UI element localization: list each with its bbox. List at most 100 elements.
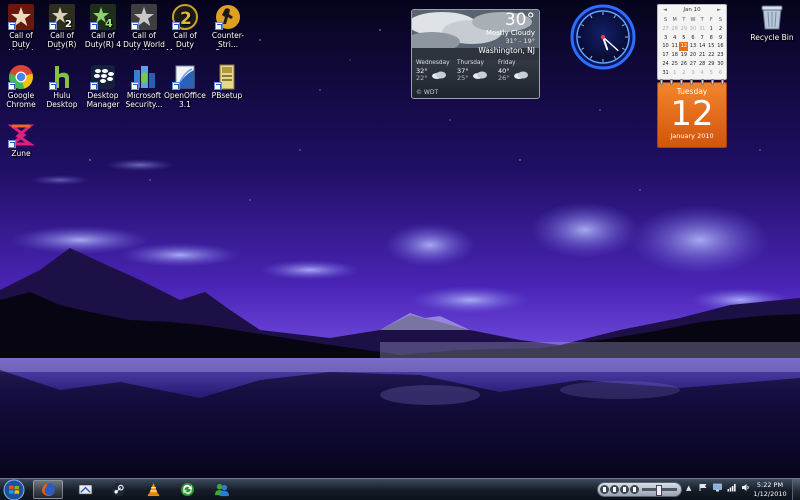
cloud-icon xyxy=(513,71,528,79)
calendar-day-cell[interactable]: 3 xyxy=(661,34,670,43)
microsoft-security-essentials-icon xyxy=(131,64,157,90)
desktop-icon-label: Microsoft Security... xyxy=(125,92,163,109)
desktop-icon-cod-mw2[interactable]: 2 Call of Duty Modern ... xyxy=(164,4,206,50)
taskbar-recycle-arrows-button[interactable] xyxy=(172,480,202,499)
calendar-day-cell[interactable]: 18 xyxy=(670,51,679,60)
taskbar-clock[interactable]: 5:22 PM 1/12/2010 xyxy=(748,481,792,499)
taskbar-msn-messenger-button[interactable] xyxy=(206,480,236,499)
desktop-icon-recycle-bin[interactable]: Recycle Bin xyxy=(750,3,794,42)
calendar-day-cell[interactable]: 1 xyxy=(707,25,716,34)
calendar-day-cell[interactable]: 9 xyxy=(716,34,725,43)
desktop-icon-cod4[interactable]: 4 Call of Duty(R) 4 -... xyxy=(82,4,124,50)
pbsetup-icon xyxy=(214,64,240,90)
media-volume-slider[interactable] xyxy=(642,485,677,496)
forecast-day: Friday 40° 26° xyxy=(496,60,537,82)
taskbar-firefox-button[interactable] xyxy=(33,480,63,499)
taskbar-vlc-button[interactable] xyxy=(138,480,168,499)
forecast-day-name: Friday xyxy=(498,60,516,66)
signal-bars-icon[interactable] xyxy=(727,483,736,492)
calendar-day-cell[interactable]: 7 xyxy=(698,34,707,43)
desktop-icon-label: Recycle Bin xyxy=(750,33,794,42)
calendar-month-year: January 2010 xyxy=(670,132,714,140)
chrome-icon xyxy=(8,64,34,90)
desktop-icon-pbsetup[interactable]: PBsetup xyxy=(206,64,248,101)
desktop-icon-google-chrome[interactable]: Google Chrome xyxy=(0,64,42,109)
calendar-day-cell[interactable]: 11 xyxy=(670,42,679,51)
calendar-day-cell[interactable]: 3 xyxy=(688,69,697,78)
action-center-flag-icon[interactable] xyxy=(699,483,708,492)
calendar-gadget[interactable]: ◄ Jan 10 ► S M T W T F S 27 28 29 30 31 1 2 3 4 5 6 7 8 9 10 1… xyxy=(657,4,727,148)
start-button[interactable] xyxy=(2,479,26,500)
desktop-icon-cod-waw[interactable]: Call of Duty World At W... xyxy=(123,4,165,50)
forecast-day-name: Thursday xyxy=(457,60,484,66)
calendar-day-cell[interactable]: 31 xyxy=(661,69,670,78)
show-hidden-icons-icon[interactable]: ▲ xyxy=(686,484,694,492)
calendar-day-cell[interactable]: 6 xyxy=(716,69,725,78)
calendar-day-cell[interactable]: 30 xyxy=(688,25,697,34)
desktop-icon-hulu-desktop[interactable]: Hulu Desktop xyxy=(41,64,83,109)
calendar-day-cell[interactable]: 10 xyxy=(661,42,670,51)
weather-range: 31° - 19° xyxy=(505,37,535,45)
calendar-day-cell[interactable]: 27 xyxy=(661,25,670,34)
calendar-day-cell[interactable]: 20 xyxy=(688,51,697,60)
calendar-day-cell[interactable]: 28 xyxy=(670,25,679,34)
network-icon[interactable] xyxy=(713,483,722,492)
calendar-day-cell[interactable]: 5 xyxy=(707,69,716,78)
calendar-day-cell[interactable]: 25 xyxy=(670,60,679,69)
weather-gadget[interactable]: 30° Mostly Cloudy 31° - 19° Washington, … xyxy=(411,9,540,99)
calendar-day-cell[interactable]: 4 xyxy=(698,69,707,78)
desktop-icon-label: Call of Duty(R) 4 -... xyxy=(84,32,122,50)
calendar-day-cell[interactable]: 27 xyxy=(688,60,697,69)
media-player-toolbar[interactable] xyxy=(597,482,682,497)
desktop-icon-zune[interactable]: Zune xyxy=(0,122,42,159)
calendar-next-icon[interactable]: ► xyxy=(717,7,721,13)
calendar-day-cell[interactable]: 31 xyxy=(698,25,707,34)
desktop-icon-cod2[interactable]: 2 Call of Duty(R) 2... xyxy=(41,4,83,50)
calendar-day-cell[interactable]: 19 xyxy=(679,51,688,60)
calendar-month-view: ◄ Jan 10 ► S M T W T F S 27 28 29 30 31 1 2 3 4 5 6 7 8 9 10 1… xyxy=(657,4,727,80)
desktop-icon-microsoft-security[interactable]: Microsoft Security... xyxy=(123,64,165,109)
desktop-icon-counter-strike[interactable]: Counter-Stri... Source xyxy=(206,4,250,50)
calendar-day-cell[interactable]: 29 xyxy=(707,60,716,69)
calendar-day-cell[interactable]: 26 xyxy=(679,60,688,69)
calendar-day-cell[interactable]: 17 xyxy=(661,51,670,60)
calendar-day-cell[interactable]: 4 xyxy=(670,34,679,43)
calendar-day-cell[interactable]: 22 xyxy=(707,51,716,60)
calendar-day-cell[interactable]: 12 xyxy=(679,42,689,52)
calendar-day-cell[interactable]: 2 xyxy=(679,69,688,78)
media-stop-icon[interactable] xyxy=(610,485,619,494)
desktop-icon-label: Desktop Manager xyxy=(86,92,120,109)
calendar-day-cell[interactable]: 23 xyxy=(716,51,725,60)
calendar-binding-rings xyxy=(660,79,724,85)
desktop-icon-desktop-manager[interactable]: Desktop Manager xyxy=(82,64,124,109)
calendar-day-cell[interactable]: 29 xyxy=(679,25,688,34)
calendar-day-cell[interactable]: 14 xyxy=(698,42,707,51)
media-pause-icon[interactable] xyxy=(600,485,609,494)
calendar-day-cell[interactable]: 8 xyxy=(707,34,716,43)
calendar-day-view: Tuesday 12 January 2010 xyxy=(657,82,727,148)
calendar-day-cell[interactable]: 24 xyxy=(661,60,670,69)
calendar-month-label: Jan 10 xyxy=(683,7,701,13)
calendar-day-cell[interactable]: 21 xyxy=(698,51,707,60)
media-next-icon[interactable] xyxy=(630,485,639,494)
calendar-day-cell[interactable]: 15 xyxy=(707,42,716,51)
calendar-day-cell[interactable]: 13 xyxy=(688,42,697,51)
calendar-day-cell[interactable]: 2 xyxy=(716,25,725,34)
taskbar-steam-button[interactable] xyxy=(103,480,133,499)
calendar-weekday-header: F xyxy=(709,17,713,23)
calendar-prev-icon[interactable]: ◄ xyxy=(663,7,667,13)
calendar-day-cell[interactable]: 16 xyxy=(716,42,725,51)
calendar-day-cell[interactable]: 30 xyxy=(716,60,725,69)
cod-united-offensive-icon xyxy=(8,4,34,30)
show-desktop-button[interactable] xyxy=(792,479,800,500)
calendar-day-cell[interactable]: 28 xyxy=(698,60,707,69)
calendar-day-cell[interactable]: 6 xyxy=(688,34,697,43)
hulu-icon xyxy=(49,64,75,90)
calendar-day-cell[interactable]: 1 xyxy=(670,69,679,78)
media-previous-icon[interactable] xyxy=(620,485,629,494)
desktop-icon-openoffice[interactable]: OpenOffice.... 3.1 xyxy=(164,64,206,109)
taskbar-screenshot-tool-button[interactable] xyxy=(70,480,100,499)
clock-gadget[interactable] xyxy=(568,4,638,70)
calendar-day-cell[interactable]: 5 xyxy=(679,34,688,43)
desktop-icon-cod-united-offensive[interactable]: Call of Duty United Of... xyxy=(0,4,42,50)
